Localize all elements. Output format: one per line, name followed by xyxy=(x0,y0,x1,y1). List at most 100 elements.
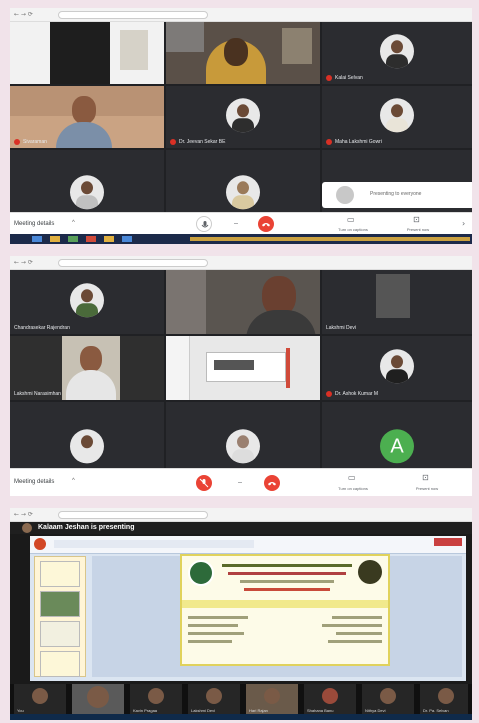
participant-thumb[interactable]: Kavin Pragaa xyxy=(130,684,182,714)
participant-thumb[interactable]: You xyxy=(14,684,66,714)
participant-thumb[interactable]: Shahana Banu xyxy=(304,684,356,714)
presenting-banner: Kalaam Jeshan is presenting xyxy=(10,522,472,534)
browser-address-bar: ← → ⟳ xyxy=(10,256,472,270)
taskbar-icon[interactable] xyxy=(50,236,60,242)
participant-tile[interactable] xyxy=(10,22,164,84)
slide-divider-bar xyxy=(182,600,388,608)
url-field[interactable] xyxy=(58,511,208,519)
participant-name: Lakshmi Narasimhan xyxy=(14,391,61,397)
participant-name: You xyxy=(17,708,24,713)
chevron-up-icon[interactable]: ^ xyxy=(72,220,75,226)
logo-seal xyxy=(188,560,214,586)
screen-share-tile[interactable] xyxy=(166,336,320,400)
slide-thumbnails[interactable] xyxy=(34,556,86,677)
taskbar-icon[interactable] xyxy=(68,236,78,242)
participant-thumb[interactable]: Lakshmi Devi xyxy=(188,684,240,714)
participant-strip: You Kavin Pragaa Lakshmi Devi Hari Rajan… xyxy=(10,684,472,714)
participant-tile[interactable]: Dr. Jeevan Sekar BE xyxy=(166,86,320,148)
participant-name: Maha Lakshmi Gowri xyxy=(335,139,382,145)
hangup-divider-icon: ⎯ xyxy=(238,478,242,487)
captions-label: Turn on captions xyxy=(338,227,368,232)
slide-thumbnail[interactable] xyxy=(40,651,80,677)
participant-tile[interactable]: Chandrasekar Rajendran xyxy=(10,270,164,334)
participant-tile[interactable]: Lakshmi Narasimhan xyxy=(10,336,164,400)
taskbar-icon[interactable] xyxy=(86,236,96,242)
end-call-button[interactable] xyxy=(258,216,274,232)
participant-thumb[interactable]: Nithya Devi xyxy=(362,684,414,714)
slide-text-line xyxy=(228,572,346,575)
taskbar-icon[interactable] xyxy=(32,236,42,242)
participant-thumb[interactable] xyxy=(72,684,124,714)
slide-thumbnail[interactable] xyxy=(40,591,80,617)
participant-tile[interactable] xyxy=(166,22,320,84)
participant-thumb[interactable]: Hari Rajan xyxy=(246,684,298,714)
slide-text-line xyxy=(328,640,382,643)
meet-screenshot-3: ← → ⟳ Kalaam Jeshan is presenting You Ka… xyxy=(10,508,472,720)
participant-tile[interactable] xyxy=(166,270,320,334)
captions-icon[interactable]: ▭ xyxy=(347,215,355,224)
present-screen-icon[interactable]: ⊡ xyxy=(413,215,420,224)
participant-tile[interactable]: A xyxy=(322,402,472,468)
more-options-icon[interactable]: › xyxy=(462,219,465,228)
participant-tile[interactable] xyxy=(166,150,320,212)
taskbar-icon[interactable] xyxy=(104,236,114,242)
url-field[interactable] xyxy=(58,259,208,267)
call-toolbar: Meeting details ^ ⎯ ▭ Turn on captions ⊡… xyxy=(10,468,472,496)
slide-text-line xyxy=(244,588,330,591)
mic-button[interactable] xyxy=(196,475,212,491)
participant-name: Shahana Banu xyxy=(307,708,334,713)
slide-text-line xyxy=(188,616,248,619)
participant-thumb[interactable]: Dr. Pa. Selvan xyxy=(420,684,468,714)
participant-name: Chandrasekar Rajendran xyxy=(14,325,70,331)
browser-nav-icons[interactable]: ← → ⟳ xyxy=(14,11,33,18)
slide-text-line xyxy=(188,624,238,627)
participant-tile[interactable]: Presenting to everyone xyxy=(322,150,472,212)
meet-screenshot-1: ← → ⟳ Kalai Selvan Sivaraman Dr. Jeevan … xyxy=(10,8,472,244)
slide-text-line xyxy=(332,616,382,619)
presenter-avatar xyxy=(22,523,32,533)
meeting-details-button[interactable]: Meeting details xyxy=(14,479,54,485)
meet-grid: Kalai Selvan Sivaraman Dr. Jeevan Sekar … xyxy=(10,22,472,212)
end-call-button[interactable] xyxy=(264,475,280,491)
avatar xyxy=(226,429,260,464)
browser-address-bar: ← → ⟳ xyxy=(10,508,472,522)
mic-icon xyxy=(201,221,209,228)
browser-nav-icons[interactable]: ← → ⟳ xyxy=(14,511,33,518)
participant-tile[interactable]: Maha Lakshmi Gowri xyxy=(322,86,472,148)
avatar xyxy=(226,175,260,210)
taskbar-icon[interactable] xyxy=(122,236,132,242)
participant-name: Dr. Pa. Selvan xyxy=(423,708,449,713)
mic-muted-icon xyxy=(326,391,332,397)
slide-thumbnail[interactable] xyxy=(40,561,80,587)
participant-tile[interactable] xyxy=(10,150,164,212)
participant-tile[interactable] xyxy=(166,402,320,468)
participant-tile[interactable]: Dr. Ashok Kumar M xyxy=(322,336,472,400)
browser-address-bar: ← → ⟳ xyxy=(10,8,472,22)
participant-tile[interactable]: Sivaraman xyxy=(10,86,164,148)
taskbar xyxy=(10,234,472,244)
participant-name: Dr. Jeevan Sekar BE xyxy=(179,139,226,145)
letter-avatar: A xyxy=(380,429,414,464)
presenting-notice[interactable]: Presenting to everyone xyxy=(322,182,472,208)
participant-name: Hari Rajan xyxy=(249,708,268,713)
slide-text-line xyxy=(188,632,244,635)
participant-tile[interactable]: Kalai Selvan xyxy=(322,22,472,84)
participant-tile[interactable]: Lakshmi Devi xyxy=(322,270,472,334)
chevron-up-icon[interactable]: ^ xyxy=(72,478,75,484)
participant-tile[interactable] xyxy=(10,402,164,468)
meet-screenshot-2: ← → ⟳ Chandrasekar Rajendran Lakshmi Dev… xyxy=(10,256,472,496)
captions-label: Turn on captions xyxy=(338,486,368,491)
mic-button[interactable] xyxy=(196,216,212,232)
present-screen-icon[interactable]: ⊡ xyxy=(422,473,429,482)
browser-nav-icons[interactable]: ← → ⟳ xyxy=(14,259,33,266)
present-label: Present now xyxy=(406,227,430,232)
avatar xyxy=(380,98,414,133)
url-field[interactable] xyxy=(58,11,208,19)
slide-thumbnail[interactable] xyxy=(40,621,80,647)
meeting-details-button[interactable]: Meeting details xyxy=(14,221,54,227)
participant-name: Nithya Devi xyxy=(365,708,386,713)
mic-muted-icon xyxy=(326,75,332,81)
avatar xyxy=(70,283,104,318)
participant-name: Lakshmi Devi xyxy=(326,325,357,331)
captions-icon[interactable]: ▭ xyxy=(348,473,356,482)
